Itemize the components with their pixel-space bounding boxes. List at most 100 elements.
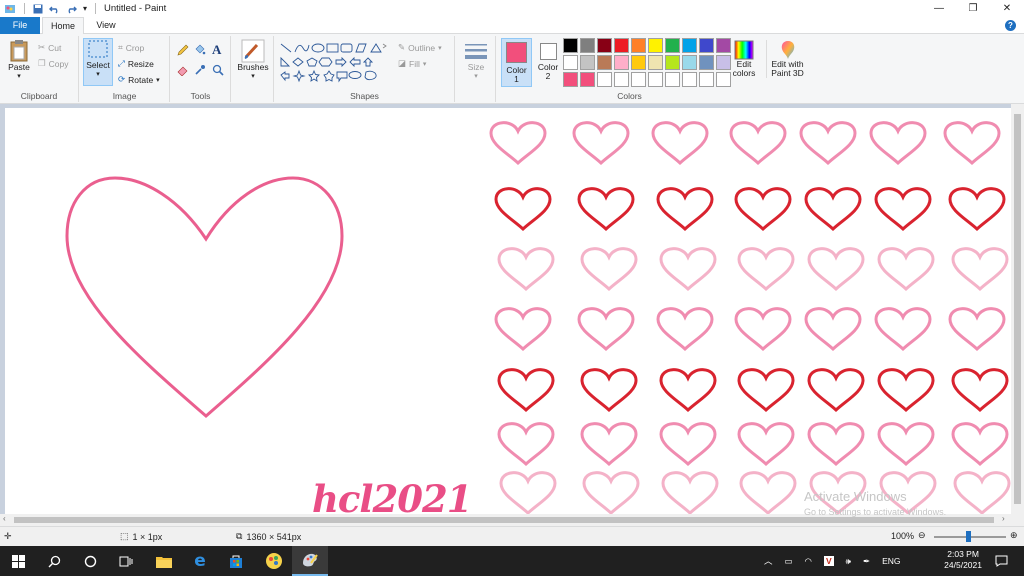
pen-ink-icon[interactable]: ✒	[863, 556, 870, 567]
cortana-circle-icon	[84, 555, 96, 567]
palette-swatch[interactable]	[580, 38, 595, 53]
palette-swatch[interactable]	[665, 38, 680, 53]
tab-view[interactable]: View	[88, 17, 124, 34]
save-icon[interactable]	[33, 4, 43, 14]
palette-swatch[interactable]	[631, 72, 646, 87]
paste-button[interactable]: Paste ▾	[4, 39, 34, 81]
palette-swatch[interactable]	[614, 72, 629, 87]
horizontal-scroll-thumb[interactable]	[14, 517, 994, 523]
paint-app-icon[interactable]	[4, 3, 16, 15]
pencil-icon[interactable]	[177, 44, 189, 58]
close-button[interactable]: ✕	[990, 0, 1024, 17]
system-clock[interactable]: 2:03 PM 24/5/2021	[944, 549, 982, 571]
cursor-position-icon: ✛	[4, 531, 12, 541]
palette-swatch[interactable]	[716, 55, 731, 70]
palette-swatch[interactable]	[699, 38, 714, 53]
scroll-right-arrow-icon[interactable]: ›	[1002, 514, 1005, 523]
file-explorer-button[interactable]	[146, 546, 182, 576]
scroll-left-arrow-icon[interactable]: ‹	[3, 514, 6, 523]
store-button[interactable]	[218, 546, 254, 576]
crop-button[interactable]: ⌗ Crop	[118, 42, 144, 53]
palette-swatch[interactable]	[648, 72, 663, 87]
customize-qat-chevron-icon[interactable]: ▾	[83, 4, 87, 13]
palette-swatch[interactable]	[665, 55, 680, 70]
battery-icon[interactable]: ▭	[785, 556, 793, 567]
select-button[interactable]: Select ▾	[83, 38, 113, 86]
search-button[interactable]	[36, 546, 72, 576]
action-center-button[interactable]	[986, 546, 1016, 576]
outline-button[interactable]: ✎ Outline ▾	[398, 42, 442, 53]
wifi-icon[interactable]: ◠	[805, 556, 812, 567]
palette-swatch[interactable]	[597, 38, 612, 53]
palette-swatch[interactable]	[597, 55, 612, 70]
palette-swatch[interactable]	[699, 55, 714, 70]
tab-home[interactable]: Home	[42, 17, 84, 35]
palette-swatch[interactable]	[631, 38, 646, 53]
undo-icon[interactable]	[49, 4, 60, 14]
cortana-button[interactable]	[72, 546, 108, 576]
palette-swatch[interactable]	[682, 72, 697, 87]
brushes-button[interactable]: Brushes ▾	[235, 39, 271, 81]
text-tool-icon[interactable]: A	[212, 42, 221, 58]
start-button[interactable]	[0, 546, 36, 576]
shapes-gallery[interactable]	[279, 41, 391, 87]
task-view-button[interactable]	[108, 546, 144, 576]
edit-colors-button[interactable]: Edit colors	[731, 40, 757, 78]
palette-swatch[interactable]	[563, 72, 578, 87]
fill-button[interactable]: ◪ Fill ▾	[398, 58, 426, 69]
palette-swatch[interactable]	[631, 55, 646, 70]
zoom-in-icon[interactable]: ⊕	[1010, 530, 1018, 541]
palette-swatch[interactable]	[716, 72, 731, 87]
small-heart	[489, 121, 547, 166]
magnifier-icon[interactable]	[212, 64, 224, 78]
palette-swatch[interactable]	[699, 72, 714, 87]
palette-swatch[interactable]	[682, 55, 697, 70]
resize-button[interactable]: ⤢ Resize	[118, 58, 154, 69]
clock-time: 2:03 PM	[947, 549, 979, 559]
palette-swatch[interactable]	[580, 55, 595, 70]
input-language[interactable]: ENG	[882, 556, 900, 566]
color-palette	[563, 38, 732, 88]
palette-swatch[interactable]	[563, 55, 578, 70]
color-picker-icon[interactable]	[194, 64, 206, 78]
palette-swatch[interactable]	[563, 38, 578, 53]
paint-taskbar-button[interactable]	[292, 546, 328, 576]
photos-app-button[interactable]	[256, 546, 292, 576]
small-heart	[580, 368, 638, 413]
redo-icon[interactable]	[66, 4, 77, 14]
palette-swatch[interactable]	[648, 38, 663, 53]
vertical-scrollbar[interactable]	[1011, 104, 1024, 514]
shapes-group: ✎ Outline ▾ ◪ Fill ▾ Shapes	[275, 36, 455, 102]
eraser-icon[interactable]	[177, 64, 189, 78]
small-heart	[656, 187, 714, 232]
palette-swatch[interactable]	[614, 55, 629, 70]
help-icon[interactable]: ?	[1005, 20, 1016, 31]
palette-swatch[interactable]	[648, 55, 663, 70]
color1-button[interactable]: Color 1	[501, 38, 532, 87]
tab-file[interactable]: File	[0, 17, 40, 34]
size-button[interactable]: Size ▾	[460, 41, 492, 81]
color2-button[interactable]: Color 2	[534, 38, 562, 87]
palette-swatch[interactable]	[597, 72, 612, 87]
tray-overflow-chevron-icon[interactable]: ︿	[764, 555, 773, 567]
vertical-scroll-thumb[interactable]	[1014, 114, 1021, 504]
maximize-button[interactable]: ❐	[956, 0, 990, 17]
palette-swatch[interactable]	[665, 72, 680, 87]
rotate-button[interactable]: ⟳ Rotate ▾	[118, 74, 160, 85]
palette-swatch[interactable]	[716, 38, 731, 53]
antivirus-v-icon[interactable]: V	[823, 556, 834, 566]
fill-bucket-icon[interactable]	[194, 44, 206, 58]
zoom-slider-thumb[interactable]	[966, 531, 971, 542]
volume-icon[interactable]: 🕪	[846, 556, 851, 567]
zoom-out-icon[interactable]: ⊖	[918, 530, 926, 541]
palette-swatch[interactable]	[580, 72, 595, 87]
cut-button[interactable]: ✂ Cut	[38, 42, 61, 53]
edit-with-paint3d-button[interactable]: Edit with Paint 3D	[766, 40, 808, 78]
small-heart	[951, 247, 1009, 292]
drawing-canvas[interactable]: hcl2021	[5, 108, 1011, 514]
edge-browser-button[interactable]: e	[182, 546, 218, 576]
palette-swatch[interactable]	[682, 38, 697, 53]
minimize-button[interactable]: —	[922, 0, 956, 17]
palette-swatch[interactable]	[614, 38, 629, 53]
copy-button[interactable]: ❐ Copy	[38, 58, 68, 69]
